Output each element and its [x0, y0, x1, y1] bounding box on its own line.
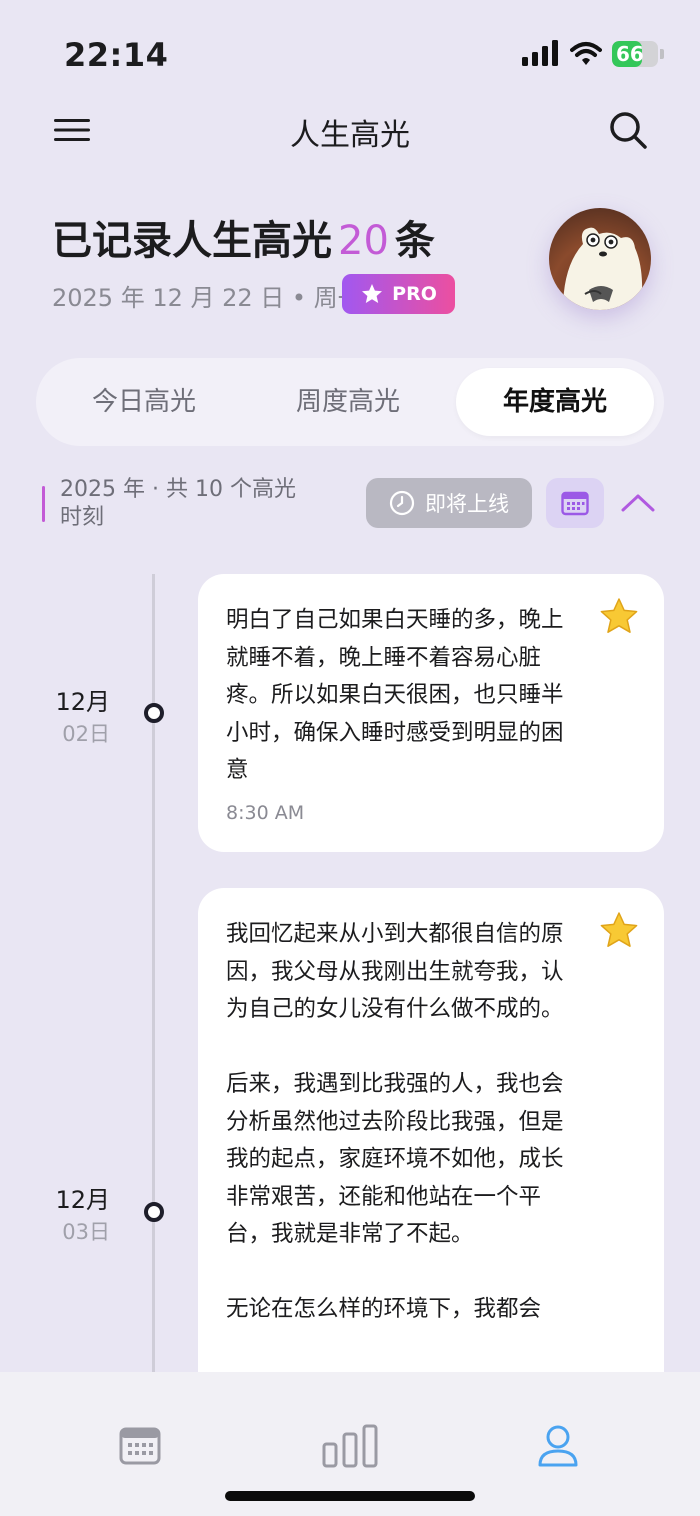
- coming-soon-label: 即将上线: [425, 492, 509, 516]
- highlight-count: 20: [338, 218, 389, 264]
- signal-icon: [522, 40, 558, 66]
- battery-indicator: 66: [612, 41, 664, 69]
- timeline-dot: [144, 1202, 164, 1222]
- highlight-count-headline: 已记录人生高光 20 条: [52, 208, 435, 266]
- period-tabs: 今日高光 周度高光 年度高光: [36, 358, 664, 446]
- current-date: 2025 年 12 月 22 日 • 周一: [52, 284, 362, 312]
- wifi-icon: [570, 42, 602, 65]
- chevron-up-icon[interactable]: [620, 488, 656, 518]
- headline-prefix: 已记录人生高光: [52, 218, 332, 264]
- highlight-card[interactable]: 明白了自己如果白天睡的多，晚上就睡不着，晚上睡不着容易心脏疼。所以如果白天很困，…: [198, 574, 664, 852]
- calendar-icon[interactable]: [118, 1424, 162, 1468]
- year-accent-bar: [42, 486, 45, 522]
- pro-badge[interactable]: PRO: [342, 274, 455, 314]
- entry-day: 03日: [62, 1220, 110, 1244]
- year-summary: 2025 年 · 共 10 个高光时刻: [60, 477, 296, 530]
- pro-star-icon: [362, 284, 383, 303]
- entry-day: 02日: [62, 722, 110, 746]
- highlight-text: 我回忆起来从小到大都很自信的原因，我父母从我刚出生就夸我，认为自己的女儿没有什么…: [226, 921, 564, 1322]
- page-title: 人生高光: [290, 118, 410, 153]
- star-icon[interactable]: [598, 910, 640, 952]
- battery-percent: 66: [616, 42, 644, 66]
- calendar-icon: [561, 491, 589, 516]
- highlight-card[interactable]: 我回忆起来从小到大都很自信的原因，我父母从我刚出生就夸我，认为自己的女儿没有什么…: [198, 888, 664, 1448]
- home-indicator: [225, 1491, 475, 1501]
- search-icon[interactable]: [608, 110, 648, 150]
- timeline-dot: [144, 703, 164, 723]
- highlight-time: 8:30 AM: [226, 801, 305, 824]
- timeline-line: [152, 574, 155, 1374]
- clock-icon: [389, 490, 415, 516]
- highlight-text: 明白了自己如果白天睡的多，晚上就睡不着，晚上睡不着容易心脏疼。所以如果白天很困，…: [226, 607, 564, 783]
- tab-weekly[interactable]: 周度高光: [250, 368, 446, 436]
- tab-yearly[interactable]: 年度高光: [456, 368, 654, 436]
- entry-month: 12月: [55, 1186, 110, 1214]
- headline-suffix: 条: [394, 218, 435, 264]
- profile-icon[interactable]: [536, 1424, 580, 1468]
- bear-avatar-icon: [563, 227, 643, 310]
- pro-label: PRO: [392, 283, 437, 305]
- status-time: 22:14: [64, 36, 169, 74]
- avatar[interactable]: [549, 208, 651, 310]
- tab-today[interactable]: 今日高光: [46, 368, 242, 436]
- entry-month: 12月: [55, 688, 110, 716]
- calendar-button[interactable]: [546, 478, 604, 528]
- star-icon[interactable]: [598, 596, 640, 638]
- chart-icon[interactable]: [322, 1424, 378, 1468]
- coming-soon-button[interactable]: 即将上线: [366, 478, 532, 528]
